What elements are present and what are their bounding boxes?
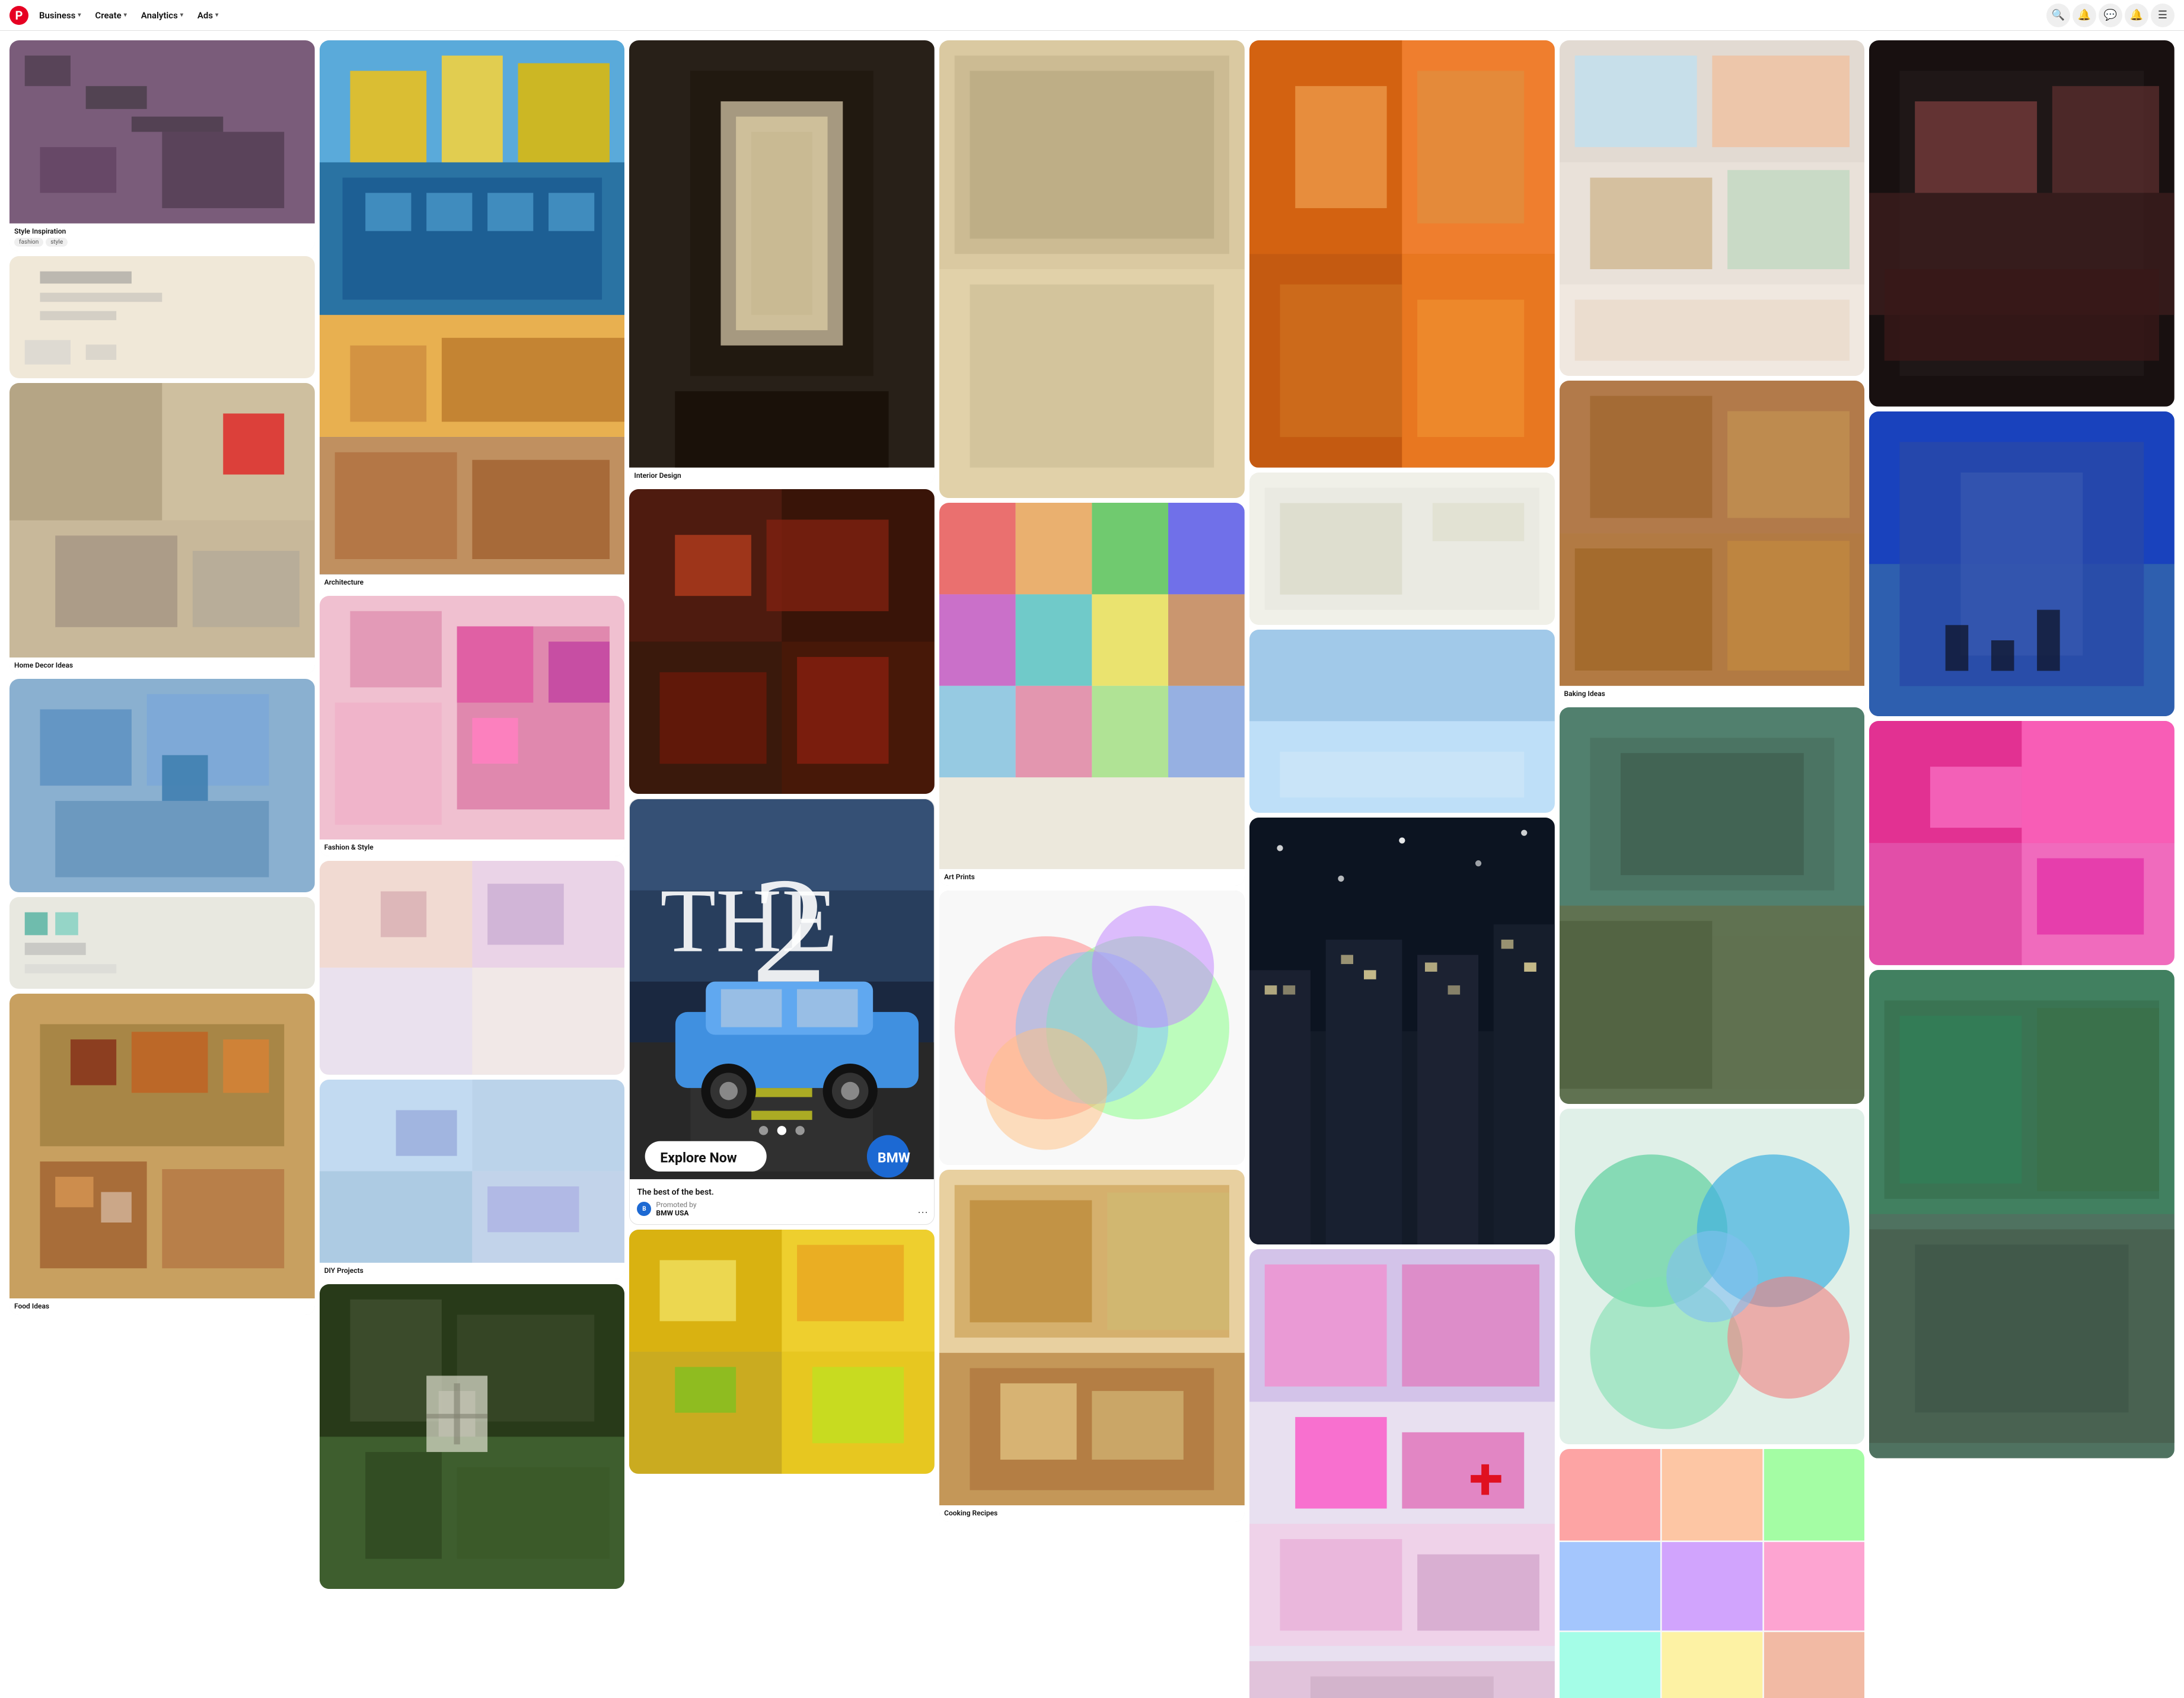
pin-title: Home Decor Ideas — [14, 661, 310, 669]
analytics-chevron-icon: ▾ — [180, 12, 183, 18]
pin-card[interactable] — [1560, 707, 1865, 1104]
pin-tag: style — [46, 238, 68, 247]
brand-name: BMW USA — [656, 1209, 696, 1217]
pin-card[interactable] — [629, 1230, 935, 1474]
promoted-title: The best of the best. — [637, 1188, 927, 1197]
promoted-by-row: B Promoted by BMW USA — [637, 1201, 927, 1217]
pin-title: Cooking Recipes — [944, 1509, 1240, 1517]
pin-card[interactable]: Baking Ideas — [1560, 381, 1865, 703]
pin-card[interactable]: Home Decor Ideas — [9, 383, 315, 674]
pin-card[interactable] — [9, 679, 315, 892]
pin-title: DIY Projects — [324, 1266, 620, 1275]
pin-card[interactable] — [1869, 721, 2175, 965]
menu-button[interactable]: ☰ — [2151, 4, 2175, 27]
pin-tag: fashion — [14, 238, 43, 247]
pin-card[interactable] — [320, 1284, 625, 1590]
svg-text:BMW: BMW — [878, 1150, 910, 1166]
pin-card[interactable]: Interior Design — [629, 40, 935, 484]
header-icons: 🔍 🔔 💬 🔔 ☰ — [2046, 4, 2175, 27]
pin-card[interactable] — [9, 256, 315, 378]
pin-title: Baking Ideas — [1564, 690, 1860, 698]
pin-card[interactable]: Cooking Recipes — [939, 1170, 1245, 1522]
pin-card[interactable]: DIY Projects — [320, 1080, 625, 1279]
pin-card[interactable]: Food Ideas — [9, 994, 315, 1316]
promoted-image: THE 2 — [630, 799, 934, 1182]
pin-card[interactable] — [1249, 473, 1555, 625]
main-nav: Business ▾ Create ▾ Analytics ▾ Ads ▾ — [33, 7, 224, 24]
pin-card[interactable] — [1249, 630, 1555, 813]
nav-create[interactable]: Create ▾ — [89, 7, 132, 24]
pin-card[interactable]: Color Palette — [1560, 1449, 1865, 1698]
pin-card[interactable] — [1560, 40, 1865, 376]
pin-card[interactable] — [1869, 40, 2175, 407]
menu-icon: ☰ — [2158, 9, 2167, 21]
pin-title: Architecture — [324, 578, 620, 586]
create-chevron-icon: ▾ — [124, 12, 127, 18]
pin-card[interactable] — [320, 861, 625, 1074]
more-options-button[interactable]: ··· — [917, 1206, 928, 1218]
pin-meta: Cooking Recipes — [939, 1505, 1245, 1522]
pin-card[interactable] — [9, 897, 315, 988]
pin-card[interactable]: Style Inspiration fashionstyle — [9, 40, 315, 251]
pin-card[interactable] — [1560, 1109, 1865, 1444]
pin-card[interactable]: Beauty & Wellness — [1249, 1249, 1555, 1698]
promoted-meta: The best of the best. B Promoted by BMW … — [630, 1182, 934, 1224]
nav-business-label: Business — [39, 10, 75, 21]
pin-title: Fashion & Style — [324, 843, 620, 851]
pin-card[interactable]: Architecture — [320, 40, 625, 591]
pin-card[interactable] — [1869, 970, 2175, 1458]
pin-title: Art Prints — [944, 873, 1240, 881]
nav-analytics-label: Analytics — [141, 10, 178, 21]
pin-meta: Art Prints — [939, 869, 1245, 886]
pin-card[interactable] — [1249, 40, 1555, 468]
pin-meta: Style Inspiration fashionstyle — [9, 224, 315, 251]
nav-analytics[interactable]: Analytics ▾ — [135, 7, 189, 24]
message-icon: 💬 — [2104, 9, 2117, 21]
business-chevron-icon: ▾ — [78, 12, 81, 18]
promoted-pin-card[interactable]: THE 2 — [629, 799, 935, 1225]
svg-text:Explore Now: Explore Now — [661, 1150, 738, 1166]
pinterest-logo[interactable]: P — [9, 6, 28, 25]
pin-meta: Interior Design — [629, 468, 935, 484]
pin-title: Food Ideas — [14, 1302, 310, 1310]
pin-title: Style Inspiration — [14, 227, 310, 235]
activity-button[interactable]: 🔔 — [2125, 4, 2148, 27]
pin-card[interactable]: Fashion & Style — [320, 596, 625, 857]
promoted-info: Promoted by BMW USA — [656, 1201, 696, 1217]
pin-card[interactable] — [629, 489, 935, 794]
pin-card[interactable] — [1249, 818, 1555, 1245]
pin-title: Interior Design — [634, 471, 930, 480]
pin-card[interactable] — [939, 40, 1245, 498]
search-icon: 🔍 — [2052, 9, 2065, 21]
messages-button[interactable]: 💬 — [2099, 4, 2122, 27]
pin-meta: Architecture — [320, 574, 625, 591]
nav-business[interactable]: Business ▾ — [33, 7, 87, 24]
masonry-grid: Style Inspiration fashionstyle — [5, 36, 2179, 1698]
promoted-by-label: Promoted by — [656, 1201, 696, 1209]
pin-meta: Food Ideas — [9, 1298, 315, 1315]
nav-ads-label: Ads — [197, 10, 213, 21]
pin-card[interactable]: Art Prints — [939, 503, 1245, 886]
nav-create-label: Create — [95, 10, 121, 21]
pin-card[interactable] — [939, 891, 1245, 1165]
notifications-button[interactable]: 🔔 — [2073, 4, 2096, 27]
pin-meta: Baking Ideas — [1560, 686, 1865, 703]
brand-avatar: B — [637, 1202, 651, 1216]
main-header: P Business ▾ Create ▾ Analytics ▾ Ads ▾ … — [0, 0, 2184, 31]
search-button[interactable]: 🔍 — [2046, 4, 2070, 27]
pin-meta: DIY Projects — [320, 1263, 625, 1279]
bell-icon: 🔔 — [2078, 9, 2091, 21]
nav-ads[interactable]: Ads ▾ — [192, 7, 224, 24]
pin-meta: Home Decor Ideas — [9, 658, 315, 674]
activity-icon: 🔔 — [2130, 9, 2143, 21]
feed-main: Style Inspiration fashionstyle — [0, 0, 2184, 1698]
pin-meta: Fashion & Style — [320, 840, 625, 856]
pin-card[interactable] — [1869, 411, 2175, 717]
ads-chevron-icon: ▾ — [215, 12, 218, 18]
